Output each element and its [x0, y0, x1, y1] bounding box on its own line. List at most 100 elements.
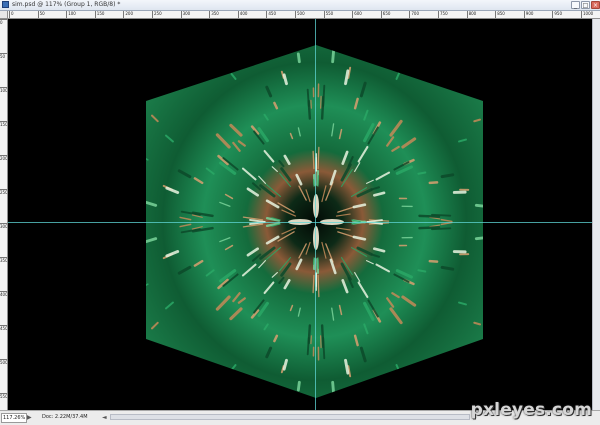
- ruler-tick: [152, 11, 153, 18]
- artwork-stroke: [250, 44, 254, 53]
- pxleyes-watermark: pxleyes.com: [471, 400, 592, 420]
- ruler-label: 50: [0, 54, 5, 59]
- ruler-tick: [95, 11, 96, 18]
- ruler-label: 550: [326, 11, 334, 16]
- ruler-label: 0: [0, 20, 3, 25]
- ruler-origin-corner[interactable]: [0, 11, 8, 19]
- artwork-stroke: [476, 205, 486, 206]
- artwork-stroke: [168, 58, 180, 69]
- artwork-stroke: [150, 72, 163, 86]
- artwork-stroke: [209, 403, 213, 408]
- artwork-stroke: [419, 403, 423, 410]
- artwork-stroke: [511, 273, 523, 274]
- artwork-stroke: [132, 149, 141, 154]
- artwork-stroke: [122, 131, 140, 141]
- artwork-stroke: [389, 19, 395, 27]
- artwork-stroke: [497, 325, 504, 327]
- minimize-button[interactable]: _: [571, 1, 580, 9]
- photoshop-document-icon: [2, 1, 9, 8]
- artwork-stroke: [251, 400, 255, 410]
- artwork-stroke: [128, 113, 135, 119]
- close-button[interactable]: ×: [591, 1, 600, 9]
- zoom-level-field[interactable]: 117.26%: [1, 413, 27, 423]
- ruler-label: 0: [11, 11, 14, 16]
- horizontal-scrollbar[interactable]: [110, 414, 470, 420]
- ruler-label: 500: [0, 360, 8, 365]
- scroll-left-arrow-icon[interactable]: ◄: [102, 414, 107, 421]
- artwork-stroke: [476, 238, 486, 239]
- artwork-stroke: [418, 173, 425, 174]
- kaleidoscope-artwork: [8, 19, 592, 410]
- artwork-stroke: [511, 145, 528, 149]
- ruler-label: 950: [554, 11, 562, 16]
- ruler-label: 200: [0, 156, 8, 161]
- artwork-stroke: [209, 36, 213, 41]
- ruler-label: 200: [125, 11, 133, 16]
- artwork-stroke: [378, 390, 382, 403]
- artwork-stroke: [419, 32, 423, 41]
- artwork-stroke: [417, 380, 421, 388]
- vertical-ruler[interactable]: 050100150200250300350400450500550: [0, 11, 8, 411]
- artwork-stroke: [132, 290, 141, 295]
- ruler-label: 700: [411, 11, 419, 16]
- artwork-stroke: [384, 36, 387, 47]
- artwork-stroke: [128, 325, 135, 331]
- ruler-label: 1000: [583, 11, 593, 16]
- ruler-label: 300: [183, 11, 191, 16]
- ruler-tick: [9, 11, 10, 18]
- artwork-stroke: [419, 216, 439, 217]
- ruler-label: 800: [469, 11, 477, 16]
- artwork-stroke: [418, 270, 425, 271]
- artwork-stroke: [492, 135, 510, 141]
- artwork-stroke: [125, 155, 137, 161]
- ruler-tick: [66, 11, 67, 18]
- document-size-info: Doc: 2.22M/37.4M: [42, 413, 88, 422]
- ruler-tick: [38, 11, 39, 18]
- artwork-stroke: [104, 141, 121, 149]
- ruler-label: 550: [0, 394, 8, 399]
- document-title-bar[interactable]: sim.psd @ 117% (Group 1, RGB/8) * _ □ ×: [0, 0, 600, 11]
- ruler-label: 300: [0, 224, 8, 229]
- artwork-stroke: [237, 19, 243, 27]
- ruler-tick: [209, 11, 210, 18]
- artwork-stroke: [468, 76, 481, 86]
- artwork-stroke: [309, 101, 310, 119]
- maximize-button[interactable]: □: [581, 1, 590, 9]
- artwork-stroke: [376, 29, 380, 43]
- horizontal-guide-line[interactable]: [8, 222, 592, 223]
- vertical-scrollbar[interactable]: [592, 19, 600, 410]
- artwork-stroke: [212, 380, 216, 384]
- ruler-tick: [524, 11, 525, 18]
- artwork-stroke: [494, 282, 506, 284]
- artwork-stroke: [104, 295, 121, 303]
- artwork-stroke: [262, 19, 265, 27]
- ruler-label: 250: [0, 190, 8, 195]
- ruler-label: 350: [211, 11, 219, 16]
- artwork-stroke: [322, 97, 323, 119]
- artwork-stroke: [333, 382, 334, 394]
- ruler-label: 400: [0, 292, 8, 297]
- ruler-label: 750: [440, 11, 448, 16]
- ruler-tick: [181, 11, 182, 18]
- ruler-tick: [438, 11, 439, 18]
- artwork-stroke: [227, 398, 235, 410]
- horizontal-ruler[interactable]: 0501001502002503003504004505005506006507…: [7, 11, 600, 19]
- document-canvas[interactable]: [8, 19, 592, 410]
- artwork-stroke: [376, 400, 380, 410]
- artwork-center-petal: [313, 226, 319, 250]
- ruler-label: 100: [0, 88, 8, 93]
- ruler-tick: [266, 11, 267, 18]
- artwork-stroke: [322, 325, 323, 347]
- artwork-stroke: [245, 397, 248, 404]
- vertical-guide-line[interactable]: [315, 19, 316, 410]
- artwork-stroke: [168, 374, 180, 385]
- artwork-stroke: [491, 153, 500, 154]
- ruler-label: 900: [526, 11, 534, 16]
- ruler-tick: [409, 11, 410, 18]
- ruler-tick: [467, 11, 468, 18]
- artwork-stroke: [452, 374, 464, 389]
- ruler-label: 350: [0, 258, 8, 263]
- ruler-label: 500: [297, 11, 305, 16]
- status-menu-arrow-icon[interactable]: ▶: [27, 414, 32, 421]
- artwork-stroke: [298, 382, 299, 390]
